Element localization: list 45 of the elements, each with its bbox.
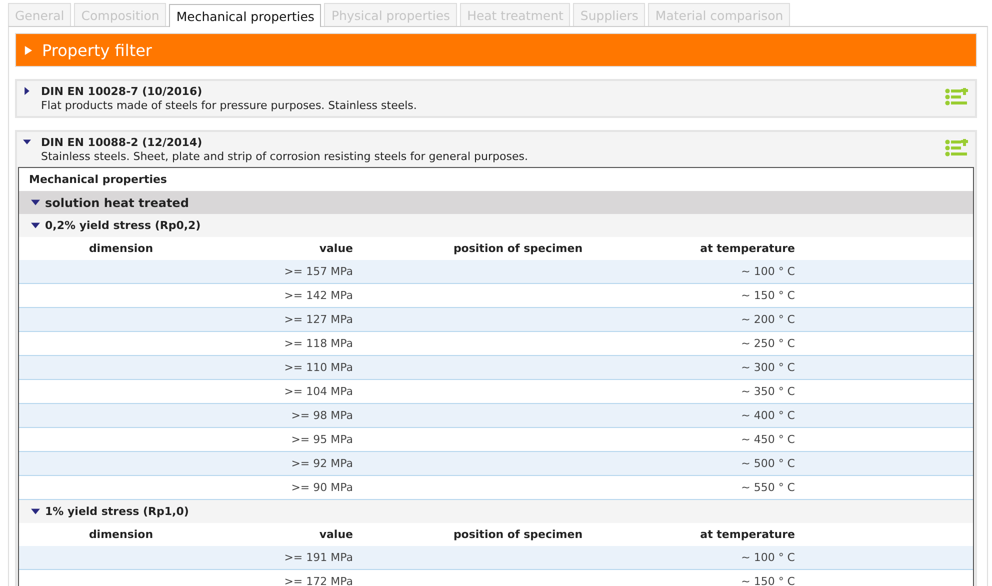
value-cell-text: >= 157 MPa xyxy=(283,265,353,278)
column-header: value xyxy=(318,242,353,255)
temperature-cell-text: ~ 200 ° C xyxy=(740,313,795,326)
standard-title[interactable]: DIN EN 10088-2 (12/2014) xyxy=(41,136,935,150)
column-header: value xyxy=(318,528,353,541)
property-header[interactable]: 0,2% yield stress (Rp0,2) xyxy=(19,214,973,237)
column-header: dimension xyxy=(88,242,154,255)
table-title: Mechanical properties xyxy=(28,172,168,188)
temperature-cell-text: ~ 500 ° C xyxy=(740,457,795,470)
filter-title: Property filter xyxy=(42,40,152,60)
value-cell-text: >= 118 MPa xyxy=(283,337,353,350)
column-header: position of specimen xyxy=(452,242,584,255)
property-header[interactable]: 1% yield stress (Rp1,0) xyxy=(19,500,973,523)
value-cell-text: >= 172 MPa xyxy=(283,575,353,586)
standard-description: Flat products made of steels for pressure purposes. Stainless steels. xyxy=(41,99,418,113)
temperature-cell-text: ~ 150 ° C xyxy=(740,289,795,302)
temperature-cell-text: ~ 100 ° C xyxy=(740,265,795,278)
property-filter-bar[interactable]: Property filter xyxy=(15,33,977,67)
tab[interactable]: Mechanical properties xyxy=(169,4,322,27)
temperature-cell-text: ~ 550 ° C xyxy=(740,481,795,494)
value-cell-text: >= 142 MPa xyxy=(283,289,353,302)
triangle-icon[interactable] xyxy=(23,87,31,95)
value-cell-text: >= 104 MPa xyxy=(283,385,353,398)
temperature-cell-text: ~ 400 ° C xyxy=(740,409,795,422)
standard-title[interactable]: DIN EN 10028-7 (10/2016) xyxy=(41,85,935,99)
standard-description: Stainless steels. Sheet, plate and strip of corrosion resisting steels for general purposes. xyxy=(41,150,529,164)
value-cell-text: >= 95 MPa xyxy=(290,433,353,446)
temperature-cell-text: ~ 350 ° C xyxy=(740,385,795,398)
value-cell-text: >= 90 MPa xyxy=(290,481,353,494)
column-header: dimension xyxy=(88,528,154,541)
column-header: at temperature xyxy=(699,528,795,541)
value-cell-text: >= 110 MPa xyxy=(283,361,353,374)
value-cell-text: >= 191 MPa xyxy=(283,551,353,564)
value-cell-text: >= 92 MPa xyxy=(290,457,353,470)
temperature-cell-text: ~ 150 ° C xyxy=(740,575,795,586)
temperature-cell-text: ~ 100 ° C xyxy=(740,551,795,564)
value-cell-text: >= 98 MPa xyxy=(290,409,353,422)
column-header: position of specimen xyxy=(452,528,584,541)
temperature-cell-text: ~ 250 ° C xyxy=(740,337,795,350)
value-cell-text: >= 127 MPa xyxy=(283,313,353,326)
triangle-icon[interactable] xyxy=(23,138,31,146)
temperature-cell-text: ~ 300 ° C xyxy=(740,361,795,374)
group-header[interactable]: solution heat treated xyxy=(19,191,973,214)
temperature-cell-text: ~ 450 ° C xyxy=(740,433,795,446)
column-header: at temperature xyxy=(699,242,795,255)
